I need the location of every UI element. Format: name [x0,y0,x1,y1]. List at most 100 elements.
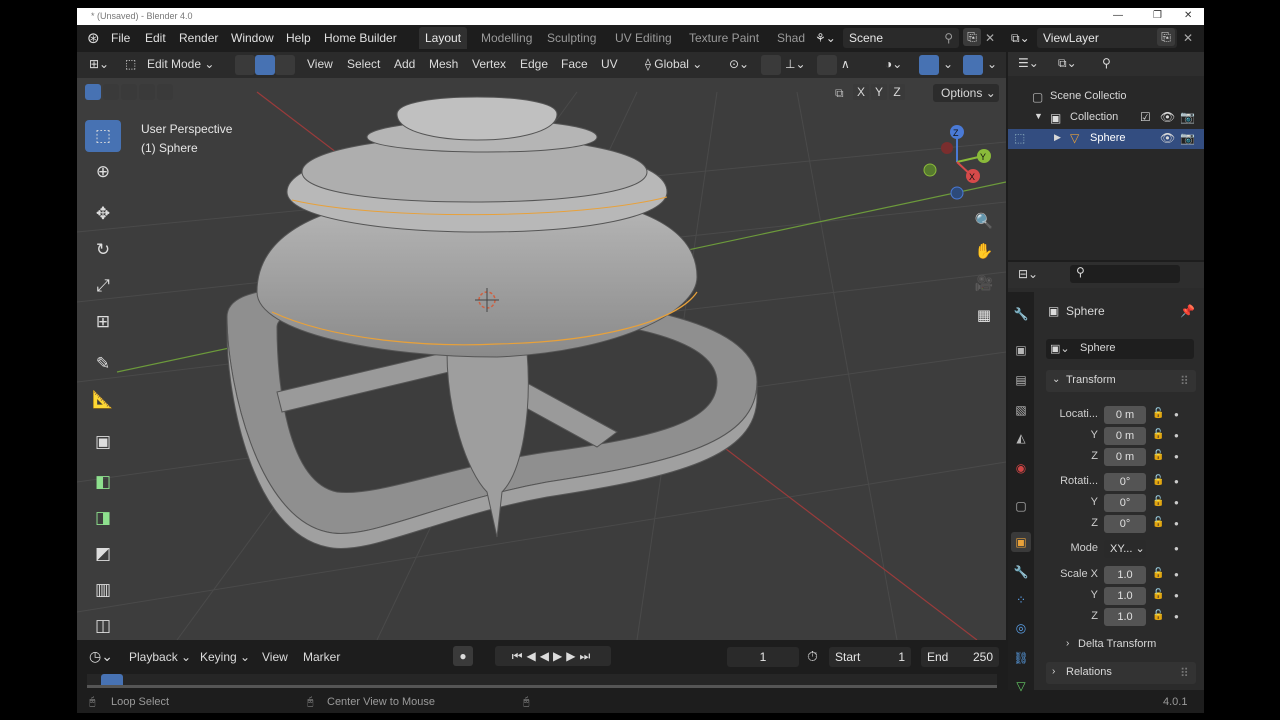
object-name-field[interactable]: ▣⌄ Sphere [1046,339,1194,359]
tab-shading[interactable]: Shad [777,31,805,45]
render-tab-icon[interactable]: ▣ [1011,340,1031,360]
gizmo-dropdown-icon[interactable]: ⌄ [943,57,953,71]
outliner-row-scene[interactable]: ▢ Scene Collectio [1008,87,1204,107]
stopwatch-icon[interactable]: ⏱ [807,648,818,665]
editor-type-icon[interactable]: ⊞⌄ [89,57,109,71]
display-mode-icon[interactable]: ⧉⌄ [1058,56,1077,71]
extrude-tool-icon[interactable]: ◧ [85,466,121,498]
tab-layout[interactable]: Layout [419,27,468,49]
delete-scene-icon[interactable]: ✕ [985,31,995,45]
edge-select-icon[interactable] [255,55,275,75]
face-select-icon[interactable] [275,55,295,75]
blender-logo-icon[interactable]: ⊛ [87,29,100,47]
view-layer-tab-icon[interactable]: ▧ [1011,400,1031,420]
edit-mode-toggle-icon[interactable]: ⬚ [1014,131,1025,145]
location-y-field[interactable]: 0 m [1104,427,1146,445]
record-icon[interactable]: ● [453,646,473,666]
rotation-x-field[interactable]: 0° [1104,473,1146,491]
menu-select[interactable]: Select [347,57,380,71]
rotation-z-lock-icon[interactable]: 🔓 [1152,517,1164,528]
options-dropdown[interactable]: Options ⌄ [933,84,999,102]
view-layer-field[interactable]: ViewLayer [1037,28,1177,48]
scale-y-lock-icon[interactable]: 🔓 [1152,589,1164,600]
edit-mode-icon[interactable]: ⬚ [125,57,136,71]
menu-file[interactable]: File [111,31,130,45]
select-new-icon[interactable] [85,84,101,100]
end-frame-field[interactable]: End 250 [921,647,999,667]
scale-x-field[interactable]: 1.0 [1104,566,1146,584]
overlay-toggle-icon[interactable] [963,55,983,75]
maximize-button[interactable]: ❐ [1153,10,1162,21]
pin-properties-icon[interactable]: 📌 [1180,304,1195,318]
menu-home-builder[interactable]: Home Builder [324,31,397,45]
relations-drag-handle-icon[interactable]: ⠿ [1180,666,1189,680]
rotation-y-field[interactable]: 0° [1104,494,1146,512]
scale-y-field[interactable]: 1.0 [1104,587,1146,605]
scale-z-keyframe-icon[interactable]: ● [1174,612,1179,621]
transform-panel-header[interactable]: ⌄ Transform ⠿ [1046,370,1196,392]
mirror-x-toggle[interactable]: X [853,84,869,100]
timeline-scrollbar[interactable] [87,685,997,688]
outliner-search-icon[interactable]: ⚲ [1102,56,1111,70]
menu-add[interactable]: Add [394,57,415,71]
timeline-frame-ruler[interactable] [87,674,997,688]
marker-menu[interactable]: Marker [303,650,340,664]
tab-texture-paint[interactable]: Texture Paint [689,31,759,45]
delta-transform-subpanel[interactable]: › Delta Transform [1048,636,1194,654]
location-y-lock-icon[interactable]: 🔓 [1152,429,1164,440]
object-tab-icon[interactable]: ▣ [1011,532,1031,552]
select-extend-icon[interactable] [103,84,119,100]
scale-tool-icon[interactable]: ⤢ [85,270,121,302]
new-view-layer-icon[interactable]: ⎘ [1157,28,1175,46]
outliner-row-collection[interactable]: ▼ ▣ Collection ☑ 👁 📷 [1008,108,1204,128]
menu-uv[interactable]: UV [601,57,618,71]
sphere-camera-icon[interactable]: 📷 [1180,131,1195,145]
location-z-lock-icon[interactable]: 🔓 [1152,450,1164,461]
scale-x-keyframe-icon[interactable]: ● [1174,570,1179,579]
pan-hand-icon[interactable]: ✋ [973,242,995,264]
menu-help[interactable]: Help [286,31,311,45]
current-frame-field[interactable]: 1 [727,647,799,667]
mode-dropdown[interactable]: Edit Mode ⌄ [147,57,229,71]
sphere-expand-icon[interactable]: ▶ [1054,132,1061,143]
pivot-icon[interactable]: ⊙⌄ [729,57,749,71]
menu-edge[interactable]: Edge [520,57,548,71]
object-datablock-icon[interactable]: ▣⌄ [1050,342,1070,355]
data-tab-icon[interactable]: ▽ [1011,676,1031,696]
snap-icon[interactable] [761,55,781,75]
camera-view-icon[interactable]: 🎥 [973,274,995,296]
scale-z-field[interactable]: 1.0 [1104,608,1146,626]
mirror-icon[interactable]: ⧉ [835,86,844,101]
falloff-icon[interactable]: ∧ [841,57,850,71]
zoom-icon[interactable]: 🔍 [973,212,995,234]
orthographic-toggle-icon[interactable]: ▦ [973,306,995,328]
annotate-tool-icon[interactable]: ✎ [85,348,121,380]
collection-eye-icon[interactable]: 👁 [1160,110,1175,124]
loop-cut-tool-icon[interactable]: ▥ [85,574,121,606]
rotation-z-field[interactable]: 0° [1104,515,1146,533]
cursor-tool-icon[interactable]: ⊕ [85,156,121,188]
scale-y-keyframe-icon[interactable]: ● [1174,591,1179,600]
sphere-mesh[interactable] [226,96,758,550]
scene-tab-icon[interactable]: ◭ [1011,428,1031,448]
location-z-field[interactable]: 0 m [1104,448,1146,466]
sphere-eye-icon[interactable]: 👁 [1160,131,1175,145]
scale-x-lock-icon[interactable]: 🔓 [1152,568,1164,579]
tab-uv-editing[interactable]: UV Editing [615,31,672,45]
tab-modelling[interactable]: Modelling [481,31,532,45]
select-invert-icon[interactable] [139,84,155,100]
keying-menu[interactable]: Keying ⌄ [200,650,250,664]
location-z-keyframe-icon[interactable]: ● [1174,452,1179,461]
playback-menu[interactable]: Playback ⌄ [129,650,191,664]
gizmo-toggle-icon[interactable] [919,55,939,75]
snap-target-icon[interactable]: ⊥⌄ [785,57,806,71]
pin-icon[interactable]: ⚲ [944,28,953,48]
scene-selector-icon[interactable]: ⚘⌄ [815,31,836,45]
tool-tab-icon[interactable]: 🔧 [1011,304,1031,324]
menu-face[interactable]: Face [561,57,588,71]
rotation-y-keyframe-icon[interactable]: ● [1174,498,1179,507]
timeline-view-menu[interactable]: View [262,650,288,664]
rotation-z-keyframe-icon[interactable]: ● [1174,519,1179,528]
scene-field[interactable]: Scene ⚲ [843,28,959,48]
add-cube-tool-icon[interactable]: ▣ [85,426,121,458]
